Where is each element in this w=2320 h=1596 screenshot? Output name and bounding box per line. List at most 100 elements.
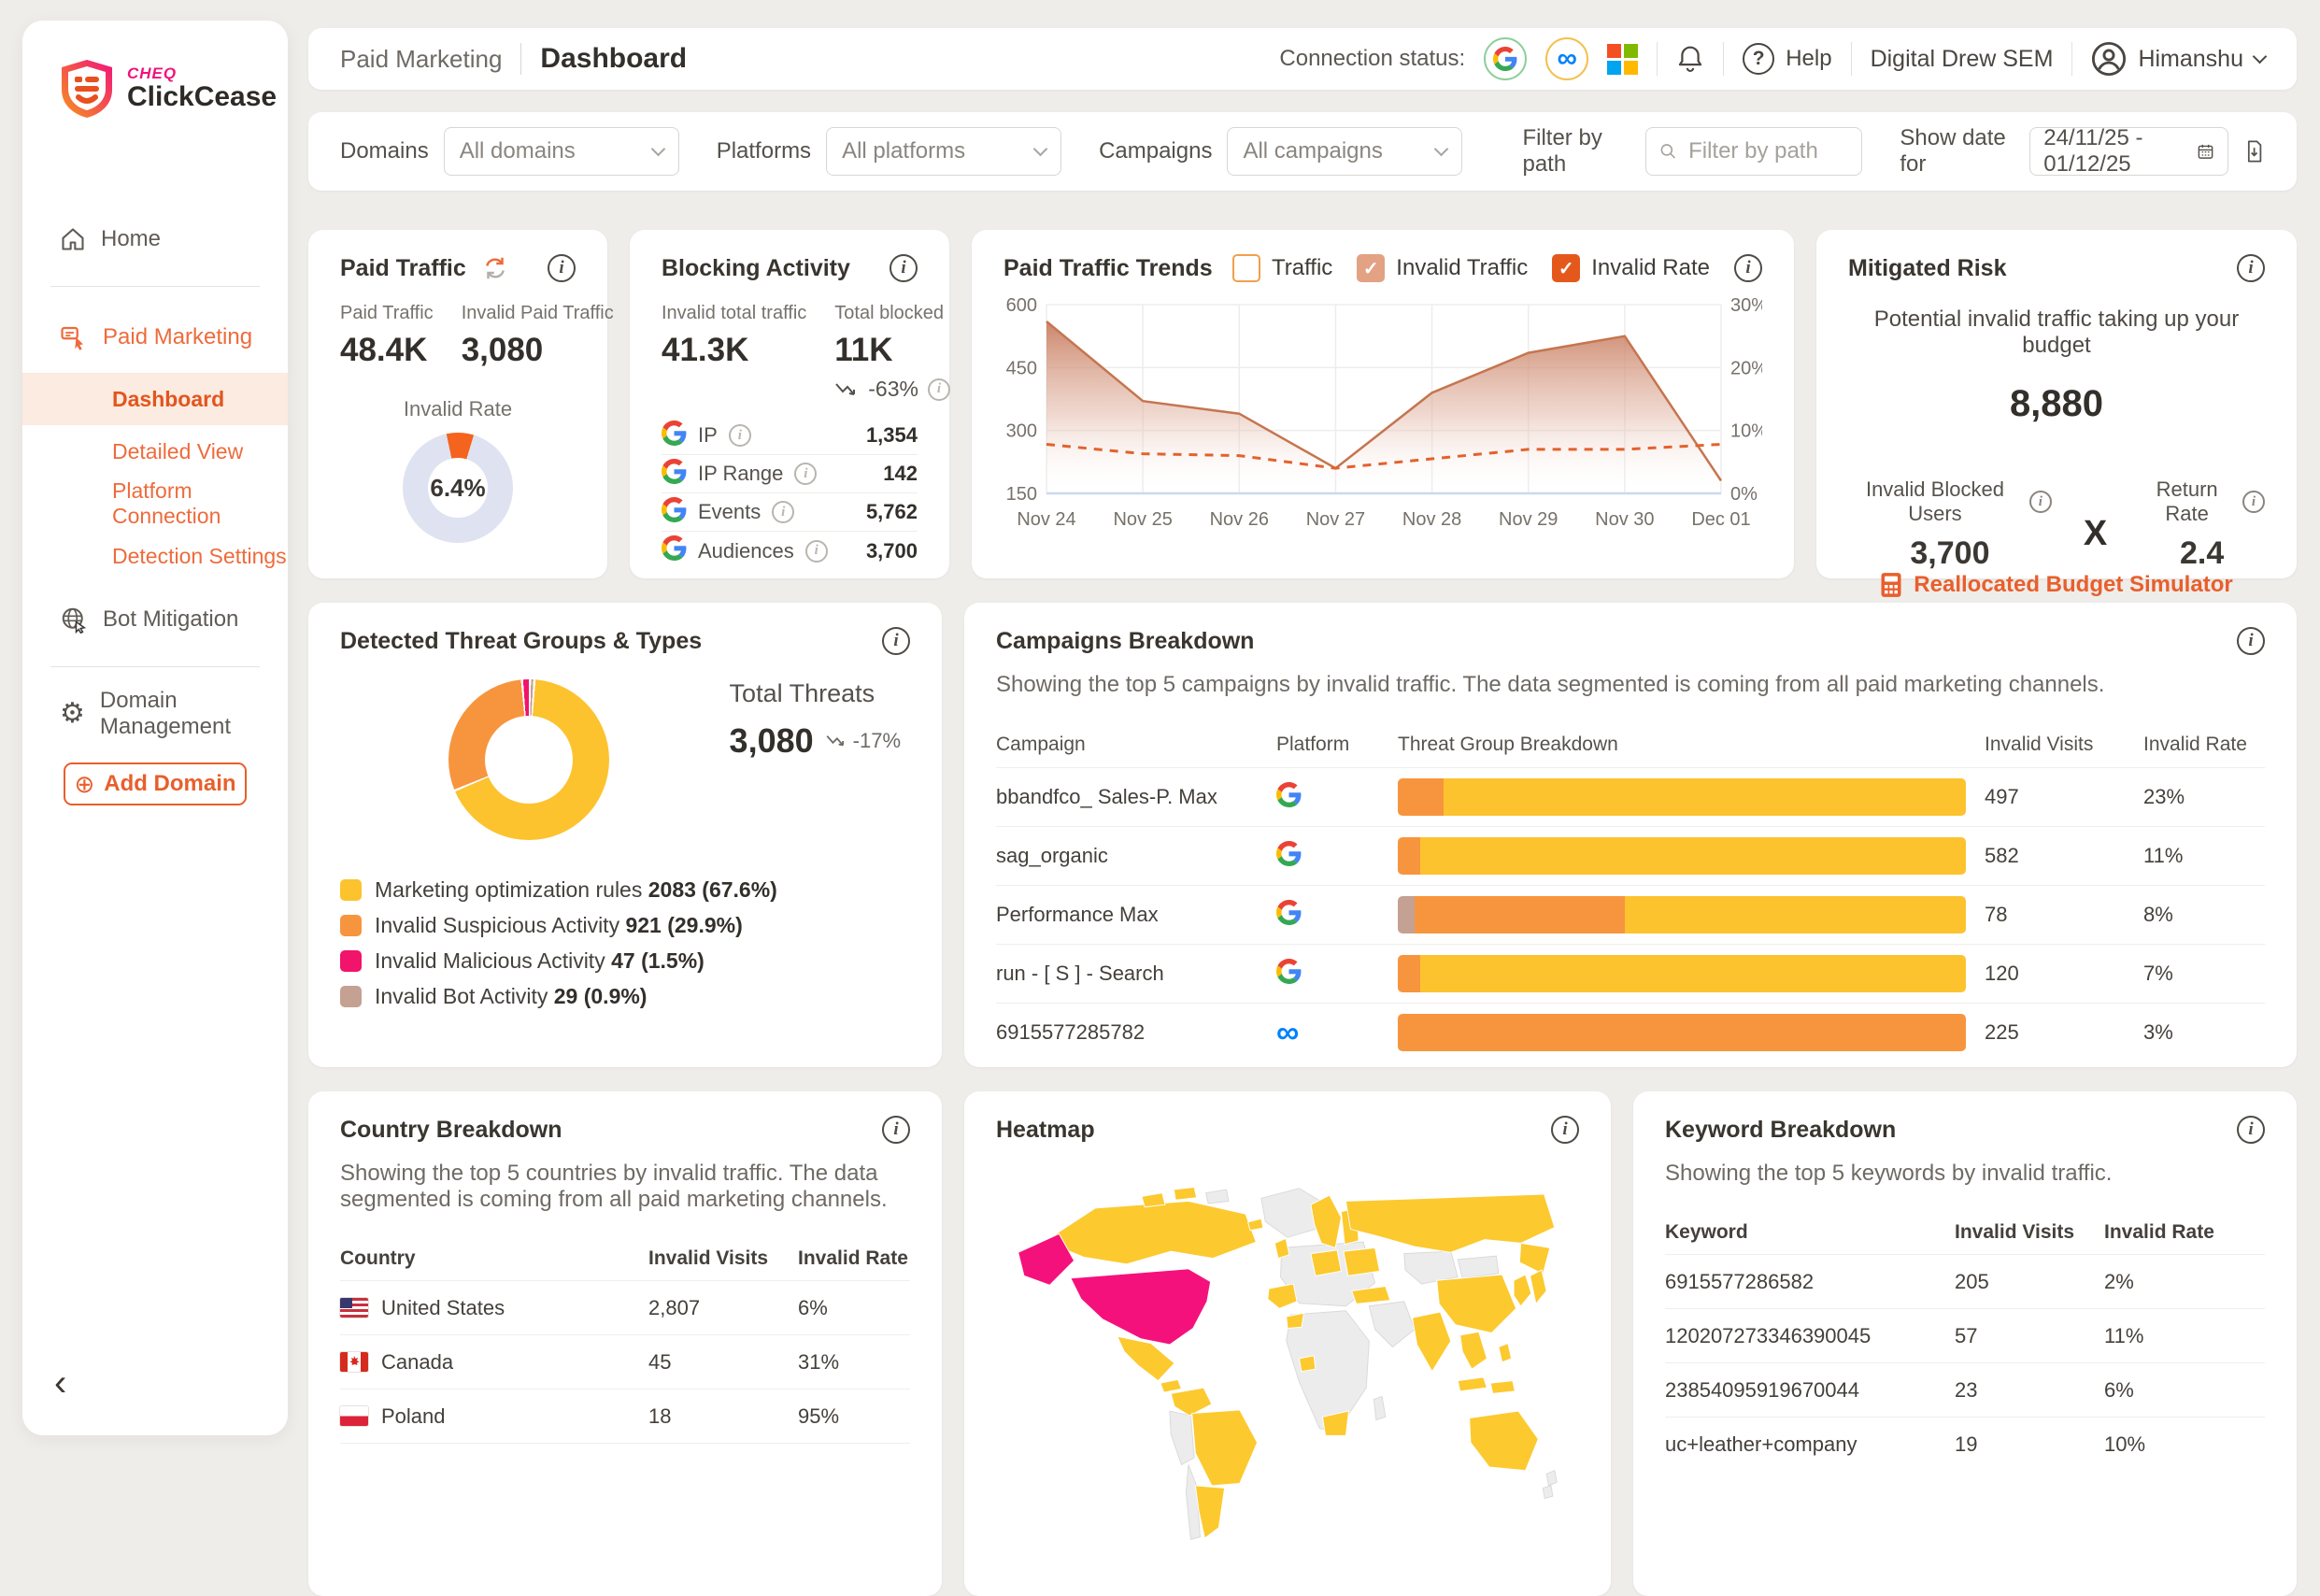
info-icon[interactable]: i — [2237, 627, 2265, 655]
return-rate-factor: Return Rate i 2.4 — [2139, 477, 2265, 572]
bar-segment-yellow — [1625, 896, 1966, 933]
sidebar-item-bot-mitigation[interactable]: Bot Mitigation — [22, 597, 288, 642]
heatmap-title: Heatmap — [996, 1117, 1095, 1144]
sidebar-item-platform-connection[interactable]: Platform Connection — [22, 477, 288, 530]
platforms-label: Platforms — [717, 138, 811, 164]
info-icon[interactable]: i — [2237, 254, 2265, 282]
total-blocked-stat: Total blocked 11K -63% i — [834, 303, 950, 402]
sidebar-item-dashboard[interactable]: Dashboard — [22, 373, 288, 425]
campaigns-description: Showing the top 5 campaigns by invalid t… — [996, 672, 2265, 698]
threat-breakdown-bar — [1398, 955, 1966, 992]
invalid-visits: 225 — [1985, 1020, 2143, 1045]
info-icon[interactable]: i — [928, 378, 950, 401]
path-filter-input[interactable] — [1687, 137, 1848, 165]
threat-breakdown-bar — [1398, 1014, 1966, 1051]
info-icon[interactable]: i — [2242, 491, 2265, 513]
bar-segment-tan — [1398, 896, 1415, 933]
platform-icon — [1276, 900, 1398, 931]
sidebar-item-label: Paid Marketing — [103, 324, 252, 350]
legend-invalid-traffic[interactable]: Invalid Traffic — [1357, 254, 1528, 282]
table-row[interactable]: 120207273346390045 57 11% — [1665, 1308, 2265, 1362]
sidebar-subitem-label: Detailed View — [112, 439, 243, 464]
invalid-total-traffic-stat: Invalid total traffic 41.3K — [662, 303, 806, 402]
google-connection-icon[interactable] — [1484, 37, 1527, 80]
campaigns-select[interactable]: All campaigns — [1227, 127, 1462, 176]
platforms-select[interactable]: All platforms — [826, 127, 1061, 176]
legend-invalid-rate[interactable]: Invalid Rate — [1552, 254, 1710, 282]
svg-text:Nov 25: Nov 25 — [1113, 509, 1172, 530]
checkbox-invalid-rate-icon[interactable] — [1552, 254, 1580, 282]
table-row[interactable]: United States 2,807 6% — [340, 1280, 910, 1334]
table-row[interactable]: Canada 45 31% — [340, 1334, 910, 1389]
reallocated-budget-simulator-link[interactable]: Reallocated Budget Simulator — [1848, 572, 2265, 602]
info-icon[interactable]: i — [1734, 254, 1762, 282]
invalid-visits: 18 — [648, 1404, 798, 1429]
sidebar-item-label: Bot Mitigation — [103, 606, 238, 633]
table-row[interactable] — [340, 1443, 910, 1497]
help-button[interactable]: ? Help — [1743, 43, 1831, 75]
row-value: 3,700 — [866, 539, 918, 563]
domains-select[interactable]: All domains — [444, 127, 679, 176]
info-icon[interactable]: i — [2029, 491, 2052, 513]
clickcease-shield-icon — [58, 58, 116, 120]
microsoft-icon[interactable] — [1607, 44, 1638, 75]
checkbox-invalid-traffic-icon[interactable] — [1357, 254, 1385, 282]
invalid-visits: 582 — [1985, 844, 2143, 868]
sidebar-item-label: Domain Management — [100, 688, 288, 740]
blocking-row-audiences: Audiences i 3,700 — [662, 532, 918, 570]
info-icon[interactable]: i — [882, 627, 910, 655]
sidebar-item-paid-marketing[interactable]: Paid Marketing — [22, 315, 288, 360]
add-domain-button[interactable]: ⊕ Add Domain — [64, 762, 247, 805]
info-icon[interactable]: i — [805, 540, 828, 563]
svg-text:10%: 10% — [1730, 421, 1762, 442]
invalid-rate: 11% — [2143, 844, 2265, 868]
map-india — [1413, 1312, 1451, 1372]
checkbox-traffic-icon[interactable] — [1232, 254, 1260, 282]
table-row[interactable]: uc+leather+company 19 10% — [1665, 1417, 2265, 1471]
sidebar-collapse-button[interactable]: ‹ — [54, 1364, 66, 1402]
breadcrumb-section[interactable]: Paid Marketing — [340, 45, 502, 74]
legend-traffic[interactable]: Traffic — [1232, 254, 1332, 282]
invalid-rate: 23% — [2143, 785, 2265, 809]
column-header: Invalid Rate — [798, 1247, 910, 1270]
table-row[interactable]: 6915577286582 205 2% — [1665, 1254, 2265, 1308]
info-icon[interactable]: i — [794, 463, 817, 485]
world-heatmap[interactable] — [996, 1166, 1579, 1549]
info-icon[interactable]: i — [890, 254, 918, 282]
table-row[interactable]: sag_organic 582 11% — [996, 826, 2265, 885]
info-icon[interactable]: i — [882, 1116, 910, 1144]
export-icon[interactable] — [2243, 137, 2265, 165]
info-icon[interactable]: i — [729, 424, 751, 447]
organization-name[interactable]: Digital Drew SEM — [1871, 46, 2054, 73]
sidebar-item-detection-settings[interactable]: Detection Settings — [22, 530, 288, 582]
table-row[interactable]: run - [ S ] - Search 120 7% — [996, 944, 2265, 1003]
trends-chart[interactable]: 1503004506000%10%20%30%Nov 24Nov 25Nov 2… — [1003, 295, 1762, 555]
bar-segment-orange — [1398, 837, 1420, 875]
table-row[interactable]: 6915577285782 ∞ 225 3% — [996, 1003, 2265, 1062]
threat-types-donut[interactable] — [448, 679, 609, 840]
blocking-row-events: Events i 5,762 — [662, 493, 918, 532]
table-row[interactable]: Poland 18 95% — [340, 1389, 910, 1443]
us-flag-icon — [340, 1298, 368, 1318]
bar-segment-yellow — [1420, 955, 1966, 992]
date-range-picker[interactable]: 24/11/25 - 01/12/25 — [2029, 127, 2228, 176]
meta-connection-icon[interactable]: ∞ — [1545, 37, 1588, 80]
info-icon[interactable]: i — [1551, 1116, 1579, 1144]
bar-segment-orange — [1398, 778, 1444, 816]
table-row[interactable]: bbandfco_ Sales-P. Max 497 23% — [996, 767, 2265, 826]
table-row[interactable]: Performance Max 78 8% — [996, 885, 2265, 944]
info-icon[interactable]: i — [548, 254, 576, 282]
svg-text:Nov 24: Nov 24 — [1017, 509, 1075, 530]
info-icon[interactable]: i — [2237, 1116, 2265, 1144]
sidebar-item-detailed-view[interactable]: Detailed View — [22, 425, 288, 477]
user-name: Himanshu — [2138, 46, 2243, 73]
keyword: 23854095919670044 — [1665, 1378, 1955, 1403]
sidebar-item-home[interactable]: Home — [22, 217, 288, 262]
country-breakdown-card: Country Breakdown i Showing the top 5 co… — [308, 1091, 942, 1596]
bell-icon[interactable] — [1676, 44, 1704, 74]
refresh-icon[interactable] — [481, 254, 509, 282]
sidebar-item-domain-management[interactable]: ⚙ Domain Management — [22, 691, 288, 736]
info-icon[interactable]: i — [772, 501, 794, 523]
user-menu[interactable]: Himanshu — [2091, 41, 2265, 77]
table-row[interactable]: 23854095919670044 23 6% — [1665, 1362, 2265, 1417]
